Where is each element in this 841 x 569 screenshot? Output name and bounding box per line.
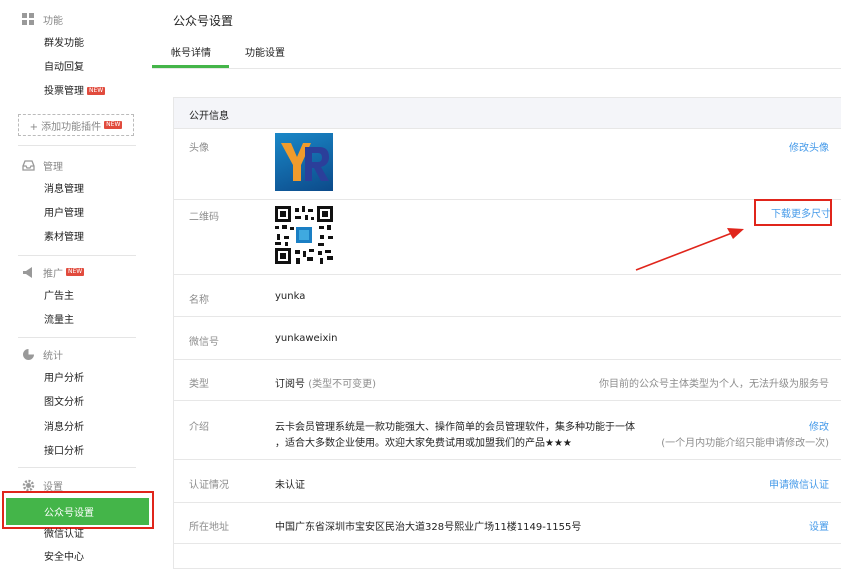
active-tab-indicator <box>152 65 229 68</box>
change-avatar-link[interactable]: 修改头像 <box>789 139 829 154</box>
sidebar-group-label: 推广 <box>43 268 63 280</box>
sidebar-item-vote[interactable]: 投票管理 NEW <box>44 84 106 100</box>
sidebar-group-label: 功能 <box>43 15 63 27</box>
sidebar-item-mass-send[interactable]: 群发功能 <box>44 36 84 52</box>
row-divider <box>174 502 841 503</box>
grid-icon <box>22 12 35 26</box>
name-label: 名称 <box>189 295 209 306</box>
type-label: 类型 <box>189 379 209 390</box>
divider <box>18 337 136 338</box>
avatar-label: 头像 <box>189 143 209 154</box>
row-divider <box>174 316 841 317</box>
row-divider <box>174 459 841 460</box>
row-divider <box>174 199 841 200</box>
row-divider <box>174 400 841 401</box>
megaphone-icon <box>22 266 35 279</box>
sidebar-item-materials[interactable]: 素材管理 <box>44 230 84 246</box>
sidebar-item-verification[interactable]: 微信认证 <box>44 527 84 543</box>
sidebar-item-messages[interactable]: 消息管理 <box>44 182 84 198</box>
set-address-link[interactable]: 设置 <box>809 518 829 533</box>
sidebar-item-security[interactable]: 安全中心 <box>44 550 84 566</box>
sidebar-item-publisher[interactable]: 流量主 <box>44 313 74 329</box>
sidebar-item-message-analysis[interactable]: 消息分析 <box>44 420 84 436</box>
tab-account-details[interactable]: 帐号详情 <box>171 44 211 59</box>
intro-edit-note: (一个月内功能介绍只能申请修改一次) <box>661 438 829 449</box>
sidebar: 功能 群发功能 自动回复 投票管理 NEW + 添加功能插件 NEW 管理 消息管理… <box>0 0 154 563</box>
qr-code-label: 二维码 <box>189 212 219 223</box>
type-text: 订阅号 <box>275 379 305 390</box>
address-value: 中国广东省深圳市宝安区民治大道328号熙业广场11楼1149-1155号 <box>275 522 582 533</box>
address-label: 所在地址 <box>189 522 229 533</box>
tab-bar: 帐号详情 功能设置 <box>152 38 841 69</box>
sidebar-group-label: 统计 <box>43 350 63 362</box>
avatar <box>275 133 333 191</box>
intro-label: 介绍 <box>189 422 209 433</box>
new-badge: NEW <box>87 87 106 95</box>
add-plugin-label: + 添加功能插件 <box>29 121 102 133</box>
gear-icon <box>22 479 35 492</box>
public-info-panel: 公开信息 头像 修改头像 二维码 下载更多尺寸 名称 yunka 微信号 yun… <box>173 97 841 569</box>
verification-label: 认证情况 <box>189 480 229 491</box>
divider <box>18 255 136 256</box>
new-badge: NEW <box>104 121 123 129</box>
sidebar-item-label: 投票管理 <box>44 86 84 97</box>
panel-header: 公开信息 <box>174 98 841 129</box>
divider <box>18 467 136 468</box>
highlight-box <box>754 199 832 226</box>
intro-line-1: 云卡会员管理系统是一款功能强大、操作简单的会员管理软件，集多种功能于一体 <box>275 422 635 433</box>
sidebar-item-auto-reply[interactable]: 自动回复 <box>44 60 84 76</box>
type-value: 订阅号 (类型不可变更) <box>275 375 376 390</box>
row-divider <box>174 274 841 275</box>
name-value: yunka <box>275 291 306 302</box>
sidebar-group-function: 功能 <box>22 11 63 27</box>
type-upgrade-note: 你目前的公众号主体类型为个人，无法升级为服务号 <box>599 379 829 390</box>
row-divider <box>174 543 841 544</box>
highlight-box <box>2 491 154 529</box>
sidebar-item-api-analysis[interactable]: 接口分析 <box>44 444 84 460</box>
sidebar-group-manage: 管理 <box>22 157 63 173</box>
verification-value: 未认证 <box>275 480 305 491</box>
edit-intro-link[interactable]: 修改 <box>809 418 829 433</box>
page-title: 公众号设置 <box>173 14 234 28</box>
sidebar-group-stats: 统计 <box>22 346 63 362</box>
apply-verification-link[interactable]: 申请微信认证 <box>769 476 829 491</box>
new-badge: NEW <box>66 268 85 276</box>
type-note: (类型不可变更) <box>308 379 376 390</box>
wechat-id-label: 微信号 <box>189 337 219 348</box>
intro-line-2: ，适合大多数企业使用。欢迎大家免费试用或加盟我们的产品★★★ <box>275 438 572 449</box>
sidebar-item-article-analysis[interactable]: 图文分析 <box>44 395 84 411</box>
qr-code-image <box>275 206 333 264</box>
row-divider <box>174 359 841 360</box>
sidebar-item-users[interactable]: 用户管理 <box>44 206 84 222</box>
divider <box>18 145 136 146</box>
sidebar-item-user-analysis[interactable]: 用户分析 <box>44 371 84 387</box>
inbox-icon <box>22 159 35 172</box>
sidebar-group-label: 管理 <box>43 161 63 173</box>
sidebar-item-advertiser[interactable]: 广告主 <box>44 289 74 305</box>
sidebar-group-promote: 推广 NEW <box>22 264 85 280</box>
panel-title: 公开信息 <box>189 111 229 122</box>
add-plugin-button[interactable]: + 添加功能插件 NEW <box>18 114 134 136</box>
tab-function-settings[interactable]: 功能设置 <box>245 44 285 59</box>
wechat-id-value: yunkaweixin <box>275 333 338 344</box>
pie-chart-icon <box>22 348 35 361</box>
